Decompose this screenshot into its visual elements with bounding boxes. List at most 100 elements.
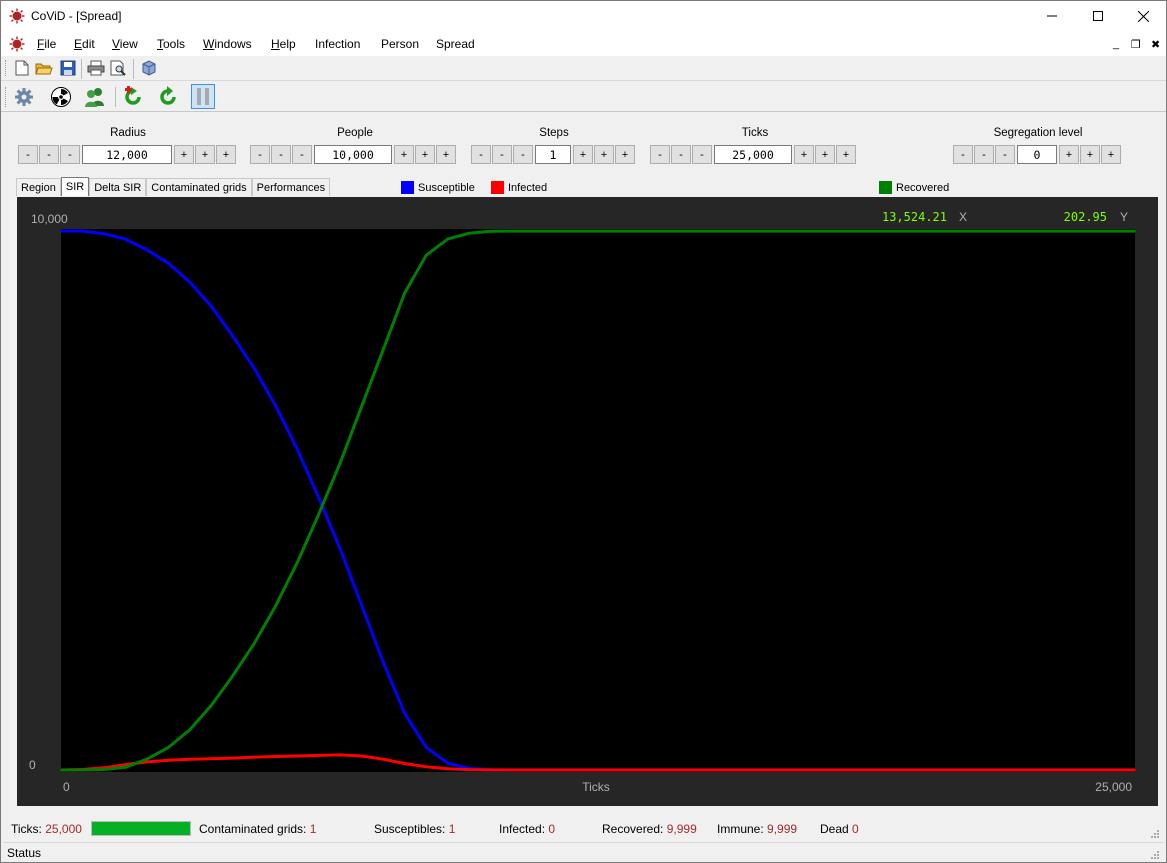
virus-icon[interactable] bbox=[9, 36, 25, 52]
sir-chart-svg[interactable]: 10,000 0 0 25,000 Ticks 13,524.21 X 202.… bbox=[17, 197, 1158, 806]
data-point-infected bbox=[489, 769, 492, 771]
mdi-restore-button[interactable]: ❐ bbox=[1131, 38, 1141, 51]
steps-decrease-small-button[interactable]: - bbox=[513, 145, 533, 164]
print-preview-icon[interactable] bbox=[110, 59, 128, 77]
toolbar-grip[interactable] bbox=[5, 60, 8, 76]
toolbar-grip[interactable] bbox=[5, 87, 8, 107]
data-point-susceptible bbox=[124, 238, 127, 240]
people-value[interactable]: 10,000 bbox=[314, 145, 392, 164]
segregation-increase-large-button[interactable]: + bbox=[1101, 145, 1121, 164]
steps-increase-large-button[interactable]: + bbox=[615, 145, 635, 164]
new-file-icon[interactable] bbox=[13, 59, 31, 77]
data-point-susceptible bbox=[318, 497, 320, 499]
window-title: CoViD - [Spread] bbox=[31, 9, 122, 23]
infected-status: Infected: 0 bbox=[499, 822, 556, 836]
data-point-recovered bbox=[554, 230, 556, 232]
radius-increase-medium-button[interactable]: + bbox=[195, 145, 215, 164]
ticks-decrease-small-button[interactable]: - bbox=[692, 145, 712, 164]
segregation-decrease-small-button[interactable]: - bbox=[995, 145, 1015, 164]
steps-value[interactable]: 1 bbox=[535, 145, 571, 164]
menu-tools[interactable]: Tools bbox=[157, 37, 185, 51]
close-button[interactable] bbox=[1120, 1, 1166, 31]
steps-increase-small-button[interactable]: + bbox=[573, 145, 593, 164]
data-point-infected bbox=[446, 767, 449, 770]
menu-windows[interactable]: Windows bbox=[203, 37, 252, 51]
radius-decrease-medium-button[interactable]: - bbox=[39, 145, 59, 164]
restart-red-icon[interactable] bbox=[122, 86, 144, 108]
segregation-decrease-medium-button[interactable]: - bbox=[974, 145, 994, 164]
ticks-decrease-large-button[interactable]: - bbox=[650, 145, 670, 164]
minimize-button[interactable] bbox=[1029, 1, 1075, 31]
resize-grip-icon[interactable] bbox=[1150, 850, 1160, 860]
people-decrease-medium-button[interactable]: - bbox=[271, 145, 291, 164]
ticks-increase-medium-button[interactable]: + bbox=[815, 145, 835, 164]
ticks-increase-small-button[interactable]: + bbox=[794, 145, 814, 164]
menu-help[interactable]: Help bbox=[271, 37, 296, 51]
tab-region[interactable]: Region bbox=[16, 178, 61, 196]
data-point-recovered bbox=[167, 746, 170, 749]
ticks-increase-large-button[interactable]: + bbox=[836, 145, 856, 164]
mdi-minimize-button[interactable]: _ bbox=[1113, 38, 1119, 50]
simulation-progress-bar bbox=[91, 821, 191, 836]
steps-decrease-medium-button[interactable]: - bbox=[492, 145, 512, 164]
tab-delta-sir[interactable]: Delta SIR bbox=[89, 178, 147, 196]
data-point-recovered bbox=[296, 561, 299, 564]
menu-file[interactable]: File bbox=[37, 37, 56, 51]
menu-view[interactable]: View bbox=[112, 37, 138, 51]
menu-person[interactable]: Person bbox=[381, 37, 419, 51]
segregation-decrease-large-button[interactable]: - bbox=[953, 145, 973, 164]
data-point-recovered bbox=[489, 230, 492, 233]
people-decrease-large-button[interactable]: - bbox=[250, 145, 270, 164]
toolbar-separator bbox=[133, 59, 134, 79]
settings-gear-icon[interactable] bbox=[14, 87, 34, 107]
people-increase-small-button[interactable]: + bbox=[394, 145, 414, 164]
save-icon[interactable] bbox=[59, 59, 77, 77]
legend-infected: Infected bbox=[491, 181, 547, 194]
people-icon[interactable] bbox=[84, 87, 106, 107]
mdi-close-button[interactable]: ✖ bbox=[1151, 38, 1160, 51]
tab-contaminated-grids[interactable]: Contaminated grids bbox=[146, 178, 252, 196]
ticks-value[interactable]: 25,000 bbox=[714, 145, 792, 164]
tab-sir[interactable]: SIR bbox=[60, 177, 90, 196]
segregation-label: Segregation level bbox=[993, 127, 1083, 139]
people-decrease-small-button[interactable]: - bbox=[292, 145, 312, 164]
data-point-recovered bbox=[189, 728, 191, 731]
segregation-value[interactable]: 0 bbox=[1017, 145, 1057, 164]
maximize-button[interactable] bbox=[1075, 1, 1121, 31]
resize-grip-icon[interactable] bbox=[1150, 829, 1160, 839]
menu-spread[interactable]: Spread bbox=[436, 37, 475, 51]
data-point-susceptible bbox=[253, 367, 256, 370]
radiation-icon[interactable] bbox=[51, 87, 71, 107]
steps-decrease-large-button[interactable]: - bbox=[471, 145, 491, 164]
x-max-label: 25,000 bbox=[1095, 780, 1132, 794]
steps-increase-medium-button[interactable]: + bbox=[594, 145, 614, 164]
people-increase-medium-button[interactable]: + bbox=[415, 145, 435, 164]
segregation-increase-medium-button[interactable]: + bbox=[1080, 145, 1100, 164]
radius-increase-small-button[interactable]: + bbox=[174, 145, 194, 164]
pause-button[interactable] bbox=[191, 84, 215, 109]
data-point-infected bbox=[296, 755, 299, 757]
refresh-icon[interactable] bbox=[157, 86, 179, 108]
data-point-infected bbox=[253, 756, 256, 758]
progress-fill bbox=[92, 822, 190, 835]
data-point-infected bbox=[124, 763, 127, 766]
segregation-increase-small-button[interactable]: + bbox=[1059, 145, 1079, 164]
people-increase-large-button[interactable]: + bbox=[436, 145, 456, 164]
tab-performances[interactable]: Performances bbox=[251, 178, 331, 196]
menu-edit[interactable]: Edit bbox=[74, 37, 95, 51]
data-point-infected bbox=[511, 769, 513, 771]
print-icon[interactable] bbox=[87, 59, 105, 77]
radius-decrease-large-button[interactable]: - bbox=[18, 145, 38, 164]
radius-decrease-small-button[interactable]: - bbox=[60, 145, 80, 164]
menu-infection[interactable]: Infection bbox=[315, 37, 360, 51]
about-icon[interactable] bbox=[140, 59, 158, 77]
immune-value: 9,999 bbox=[767, 822, 798, 836]
radius-value[interactable]: 12,000 bbox=[82, 145, 172, 164]
open-folder-icon[interactable] bbox=[35, 59, 53, 77]
radius-increase-large-button[interactable]: + bbox=[216, 145, 236, 164]
immune-status: Immune: 9,999 bbox=[717, 822, 798, 836]
sir-chart[interactable]: 10,000 0 0 25,000 Ticks 13,524.21 X 202.… bbox=[17, 197, 1158, 806]
data-point-infected bbox=[318, 754, 320, 757]
y-min-label: 0 bbox=[29, 758, 36, 772]
ticks-decrease-medium-button[interactable]: - bbox=[671, 145, 691, 164]
